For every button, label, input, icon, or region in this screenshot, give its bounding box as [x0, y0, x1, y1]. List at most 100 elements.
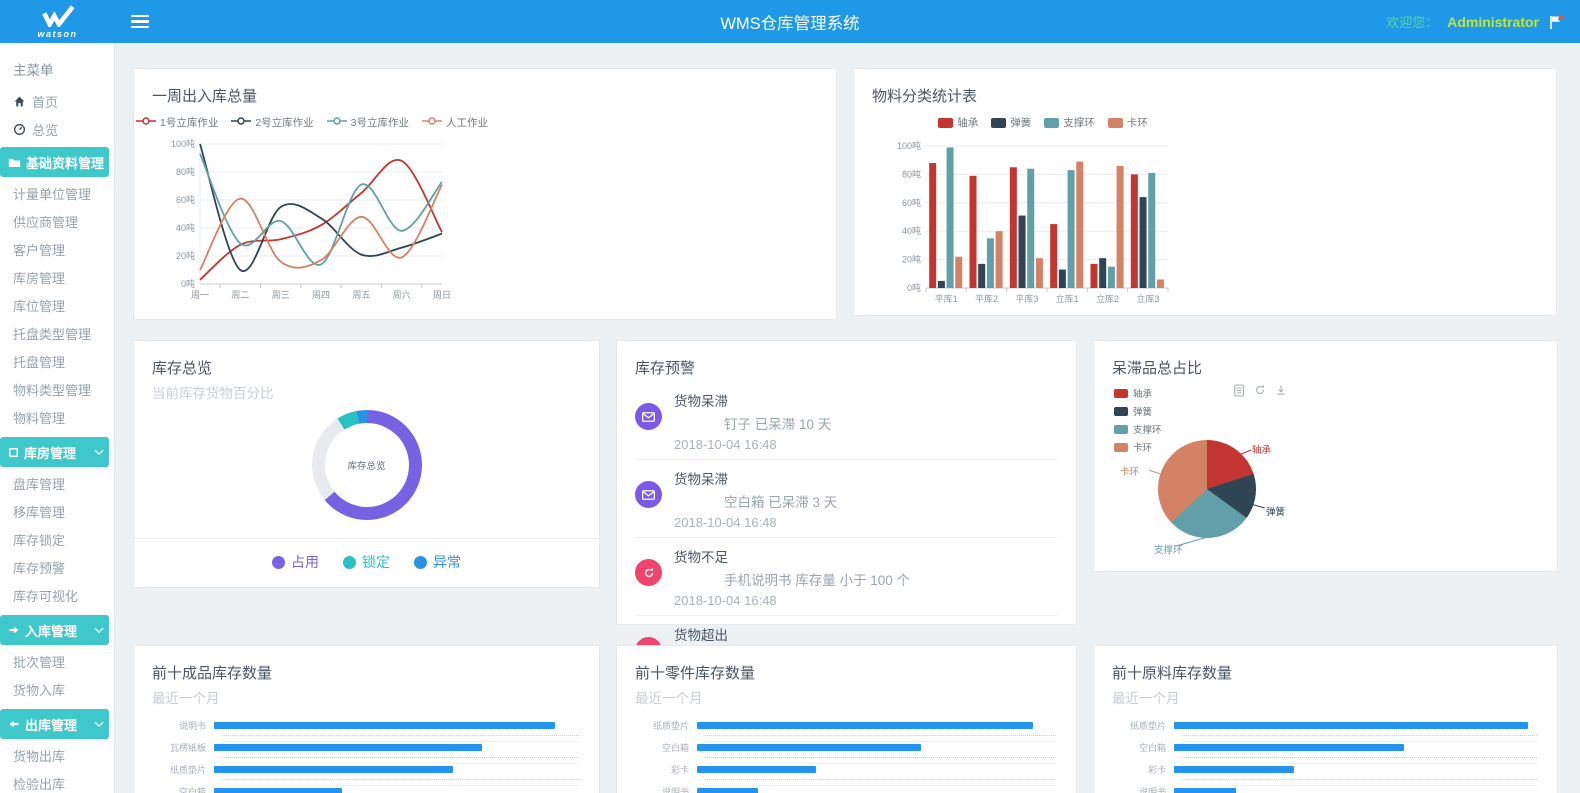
hbar-label: 彩卡: [1112, 763, 1174, 776]
sidebar-item-库房管理[interactable]: 库房管理: [0, 265, 114, 293]
app-logo[interactable]: watson: [0, 5, 115, 39]
hbar-value-bar[interactable]: [697, 744, 921, 751]
legend-item-弹簧[interactable]: 弹簧: [991, 115, 1031, 130]
hbar-track: [214, 786, 581, 793]
top-header: watson WMS仓库管理系统 欢迎您： Administrator: [0, 0, 1580, 43]
hbar-row-瓦楞纸板: 瓦楞纸板: [152, 742, 581, 764]
sidebar-item-托盘管理[interactable]: 托盘管理: [0, 349, 114, 377]
material-bar-chart: 0吨20吨40吨60吨80吨100吨平库1平库2平库3立库1立库2立库3: [888, 130, 1198, 317]
alert-body: 货物不足手机说明书 库存量 小于 100 个2018-10-04 16:48: [674, 546, 1058, 608]
hbar-value-bar[interactable]: [1174, 788, 1236, 793]
hbar-label: 空白箱: [152, 785, 214, 793]
sidebar-item-托盘类型管理[interactable]: 托盘类型管理: [0, 321, 114, 349]
hbar-line: 空白箱: [1112, 742, 1539, 753]
legend-item-2号立库作业[interactable]: 2号立库作业: [231, 115, 313, 130]
hbar-value-bar[interactable]: [214, 722, 555, 729]
sidebar-item-库存可视化[interactable]: 库存可视化: [0, 583, 114, 611]
sidebar-item-物料管理[interactable]: 物料管理: [0, 405, 114, 433]
legend-item-轴承[interactable]: 轴承: [1114, 386, 1162, 400]
alert-list-item[interactable]: 货物呆滞空白箱 已呆滞 3 天2018-10-04 16:48: [635, 460, 1058, 538]
legend-item-3号立库作业[interactable]: 3号立库作业: [327, 115, 409, 130]
alert-list-item[interactable]: 货物不足手机说明书 库存量 小于 100 个2018-10-04 16:48: [635, 538, 1058, 616]
pie-series-swatch: [1114, 443, 1128, 452]
top-raw-hbar-chart: 纸质垫片空白箱彩卡说明书: [1112, 720, 1539, 793]
hbar-track: [697, 764, 1058, 775]
refresh-icon: [635, 559, 662, 586]
card-subtitle: 最近一个月: [635, 687, 1058, 707]
hbar-track: [1174, 786, 1539, 793]
username[interactable]: Administrator: [1447, 14, 1539, 30]
legend-label: 卡环: [1127, 115, 1148, 130]
bar-series-swatch: [991, 118, 1006, 128]
svg-text:周二: 周二: [231, 290, 249, 300]
svg-text:100吨: 100吨: [171, 138, 195, 149]
legend-item-支撑环[interactable]: 支撑环: [1044, 115, 1095, 130]
hbar-label: 说明书: [1112, 785, 1174, 793]
alert-list-item[interactable]: 货物呆滞钉子 已呆滞 10 天2018-10-04 16:48: [635, 382, 1058, 460]
svg-text:周五: 周五: [352, 290, 370, 300]
hbar-value-bar[interactable]: [697, 722, 1033, 729]
refresh-icon[interactable]: [1254, 384, 1266, 397]
legend-label: 3号立库作业: [351, 115, 409, 130]
card-title: 库存总览: [152, 357, 581, 378]
donut-center-label: 库存总览: [325, 423, 409, 507]
hbar-dotted-divider: [222, 779, 579, 780]
hbar-value-bar[interactable]: [1174, 766, 1294, 773]
hbar-value-bar[interactable]: [1174, 744, 1404, 751]
alert-timestamp: 2018-10-04 16:48: [674, 593, 1058, 608]
notification-flag-icon[interactable]: [1548, 14, 1564, 30]
hbar-value-bar[interactable]: [697, 788, 758, 793]
sidebar-section-库房管理[interactable]: 库房管理: [0, 437, 109, 467]
svg-text:周六: 周六: [393, 289, 411, 300]
sidebar-item-货物入库[interactable]: 货物入库: [0, 677, 114, 705]
sidebar-item-批次管理[interactable]: 批次管理: [0, 649, 114, 677]
sidebar-item-移库管理[interactable]: 移库管理: [0, 499, 114, 527]
legend-item-占用[interactable]: 占用: [272, 552, 319, 572]
hbar-value-bar[interactable]: [214, 766, 453, 773]
hbar-line: 说明书: [635, 786, 1058, 793]
hbar-value-bar[interactable]: [697, 766, 816, 773]
legend-item-卡环[interactable]: 卡环: [1114, 440, 1162, 454]
sidebar-section-label: 入库管理: [25, 621, 77, 640]
sidebar-item-库存锁定[interactable]: 库存锁定: [0, 527, 114, 555]
sidebar-section-出库管理[interactable]: 出库管理: [0, 709, 109, 739]
hbar-value-bar[interactable]: [214, 788, 342, 793]
legend-item-异常[interactable]: 异常: [414, 552, 461, 572]
hamburger-menu-icon[interactable]: [131, 12, 149, 32]
hbar-track: [214, 720, 581, 731]
sidebar-item-供应商管理[interactable]: 供应商管理: [0, 209, 114, 237]
data-view-icon[interactable]: [1234, 384, 1245, 397]
legend-item-轴承[interactable]: 轴承: [938, 115, 978, 130]
weekly-line-chart: 0吨20吨40吨60吨80吨100吨周一周二周三周四周五周六周日: [162, 130, 462, 312]
sidebar-item-客户管理[interactable]: 客户管理: [0, 237, 114, 265]
hbar-track: [697, 742, 1058, 753]
sidebar-item-库位管理[interactable]: 库位管理: [0, 293, 114, 321]
sidebar-item-盘库管理[interactable]: 盘库管理: [0, 471, 114, 499]
legend-item-锁定[interactable]: 锁定: [343, 552, 390, 572]
sidebar-item-库存预警[interactable]: 库存预警: [0, 555, 114, 583]
logo-text: watson: [37, 29, 77, 39]
inventory-donut-chart: 库存总览: [312, 410, 422, 520]
legend-item-人工作业[interactable]: 人工作业: [422, 115, 488, 130]
alert-timestamp: 2018-10-04 16:48: [674, 437, 1058, 452]
svg-text:60吨: 60吨: [176, 194, 195, 205]
download-icon[interactable]: [1275, 384, 1287, 397]
inventory-donut-legend: 占用 锁定 异常: [134, 538, 599, 572]
hbar-value-bar[interactable]: [214, 744, 482, 751]
legend-item-支撑环[interactable]: 支撑环: [1114, 422, 1162, 436]
sidebar-item-检验出库[interactable]: 检验出库: [0, 771, 114, 793]
sidebar-item-物料类型管理[interactable]: 物料类型管理: [0, 377, 114, 405]
sidebar-item-首页[interactable]: 首页: [0, 87, 114, 115]
sidebar-section-基础资料管理[interactable]: 基础资料管理: [0, 147, 109, 177]
sidebar-item-货物出库[interactable]: 货物出库: [0, 743, 114, 771]
hbar-label: 彩卡: [635, 763, 697, 776]
sidebar-item-总览[interactable]: 总览: [0, 115, 114, 143]
legend-item-卡环[interactable]: 卡环: [1108, 115, 1148, 130]
sidebar-section-入库管理[interactable]: 入库管理: [0, 615, 109, 645]
legend-item-1号立库作业[interactable]: 1号立库作业: [136, 115, 218, 130]
hbar-value-bar[interactable]: [1174, 722, 1528, 729]
legend-item-弹簧[interactable]: 弹簧: [1114, 404, 1162, 418]
svg-text:80吨: 80吨: [176, 166, 195, 177]
sidebar-item-计量单位管理[interactable]: 计量单位管理: [0, 181, 114, 209]
hbar-line: 纸质垫片: [635, 720, 1058, 731]
